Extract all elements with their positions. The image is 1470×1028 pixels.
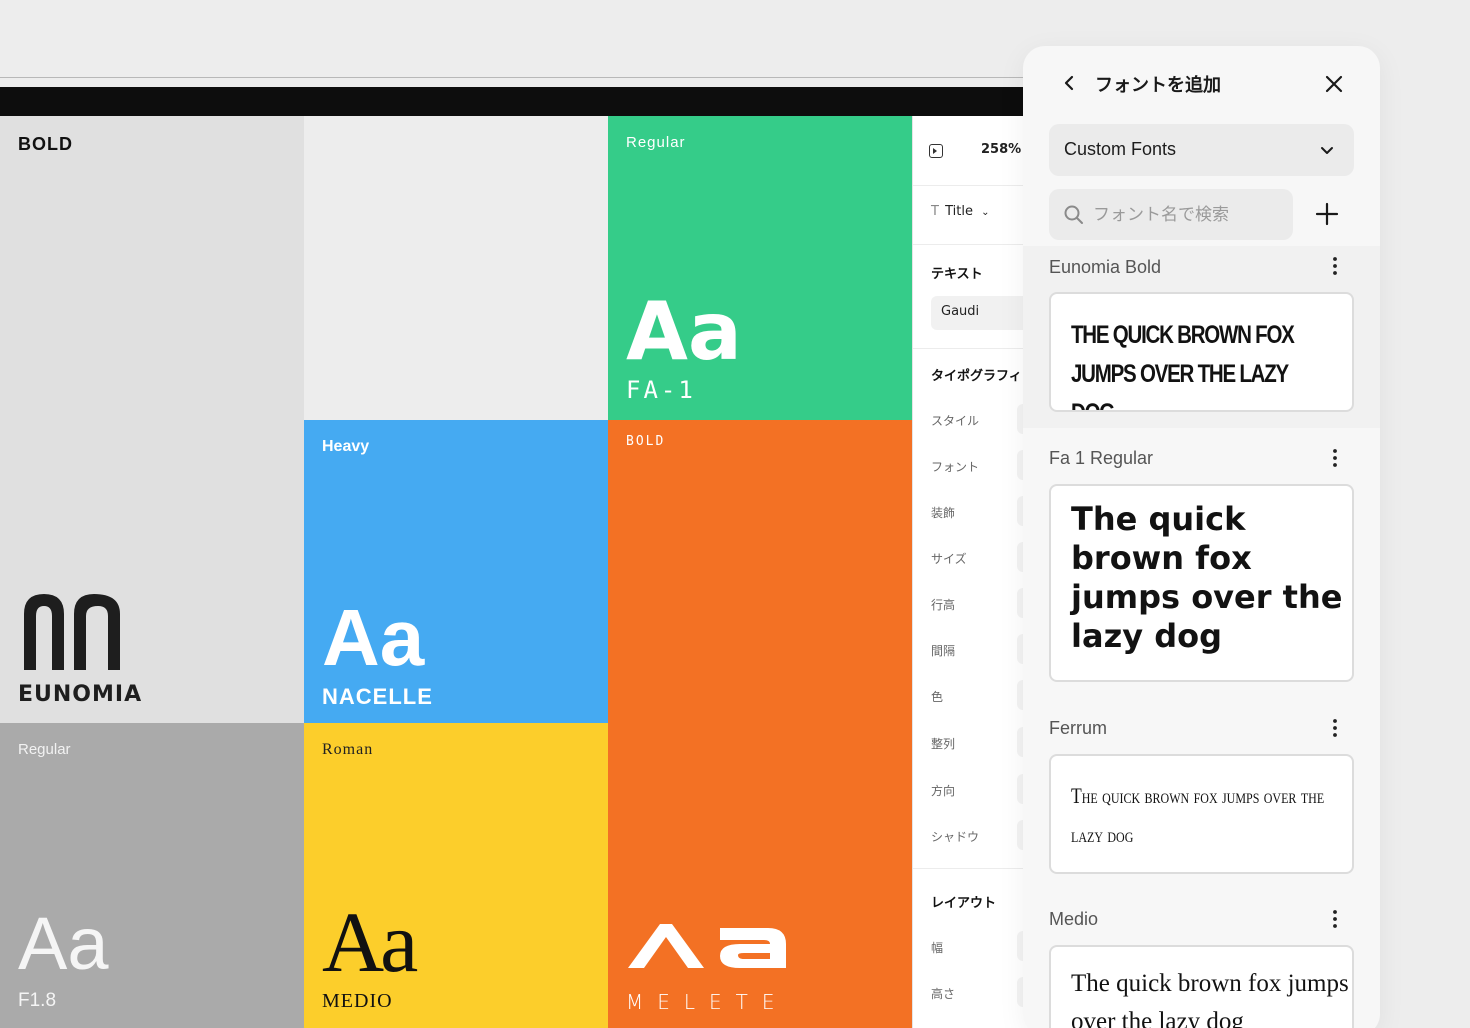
font-list-item[interactable]: Eunomia Bold THE QUICK BROWN FOX JUMPS O… [1023,246,1380,428]
chevron-left-icon[interactable] [1059,72,1081,94]
prop-label-width: 幅 [931,941,944,955]
font-preview-card[interactable]: The quick brown fox jumps over the lazy … [1049,754,1354,874]
text-style-value: Title [945,204,973,219]
tile-font-name: MELETE [626,990,789,1014]
panel-toggle-icon[interactable] [929,144,943,158]
tile-font-name: MEDIO [322,990,393,1012]
tile-style-label: BOLD [626,434,666,449]
font-list-item[interactable]: Fa 1 Regular The quick brown fox jumps o… [1023,438,1380,688]
divider [913,348,1030,349]
font-list-item[interactable]: Medio The quick brown fox jumps over the… [1023,899,1380,1028]
tile-font-name: EUNOMIA [18,682,143,707]
font-search-box [1049,189,1293,240]
tile-font-name: F1.8 [18,990,57,1011]
divider [913,868,1030,869]
melete-glyph-sample [628,924,786,968]
font-list-item[interactable]: Ferrum The quick brown fox jumps over th… [1023,708,1380,883]
tile-font-name: FA-1 [626,376,696,404]
font-tile-f18[interactable]: Regular Aa F1.8 [0,723,304,1028]
prop-label-size: サイズ [931,552,967,566]
tile-style-label: Regular [18,741,71,758]
close-icon[interactable] [1323,73,1345,95]
divider [913,244,1030,245]
font-preview-card[interactable]: THE QUICK BROWN FOX JUMPS OVER THE LAZY … [1049,292,1354,412]
more-vertical-icon[interactable] [1331,256,1339,276]
prop-label-shadow: シャドウ [931,830,980,844]
font-source-value: Custom Fonts [1064,139,1177,159]
section-title-text: テキスト [931,267,983,282]
font-item-name: Fa 1 Regular [1049,448,1154,468]
tile-font-name: NACELLE [322,684,433,709]
more-vertical-icon[interactable] [1331,909,1339,929]
add-font-icon[interactable] [1315,202,1339,226]
font-tile-melete[interactable]: BOLD MELETE [608,420,912,1028]
font-tile-eunomia[interactable]: BOLD EUNOMIA [0,116,304,723]
font-preview-card[interactable]: The quick brown fox jumps over the lazy … [1049,484,1354,682]
add-font-panel: フォントを追加 Custom Fonts Eunomia Bold THE QU… [1023,46,1380,1028]
font-preview-text: The quick brown fox jumps over the lazy … [1071,970,1349,1028]
font-tile-fa1[interactable]: Regular Aa FA-1 [608,116,912,420]
text-content-field[interactable]: Gaudi [931,296,1030,330]
prop-label-height: 高さ [931,987,956,1001]
font-preview-card[interactable]: The quick brown fox jumps over the lazy … [1049,945,1354,1028]
font-item-name: Ferrum [1049,718,1107,738]
font-preview-text: The quick brown fox jumps over the lazy … [1071,500,1343,655]
section-title-typography: タイポグラフィ [931,369,1022,384]
tile-style-label: Roman [322,741,374,758]
panel-header: フォントを追加 [1023,46,1380,122]
tile-sample-glyphs: Aa [626,285,742,378]
font-tile-medio[interactable]: Roman Aa MEDIO [304,723,608,1028]
font-source-dropdown[interactable]: Custom Fonts [1049,124,1354,176]
properties-panel: 258% ⌄ T Title ⌄ テキスト Gaudi タイポグラフィ スタイル… [912,116,1030,1028]
chevron-down-icon: ⌄ [981,207,990,218]
font-preview-text: The quick brown fox jumps over the lazy … [1071,783,1325,847]
more-vertical-icon[interactable] [1331,718,1339,738]
text-type-icon: T [931,204,939,219]
prop-label-direction: 方向 [931,784,956,798]
text-style-dropdown[interactable]: T Title ⌄ [931,204,990,219]
tile-style-label: Regular [626,134,686,151]
font-item-name: Eunomia Bold [1049,257,1162,277]
search-icon [1064,205,1083,224]
tile-style-label: BOLD [18,134,73,154]
eunomia-glyph-sample [24,594,120,670]
zoom-value: 258% [981,142,1022,157]
prop-label-decoration: 装飾 [931,506,956,520]
tile-style-label: Heavy [322,438,370,455]
prop-label-font: フォント [931,460,980,474]
section-title-layout: レイアウト [931,896,997,911]
frame-header-bar [0,87,1030,116]
chevron-down-icon [1321,147,1333,154]
font-item-name: Medio [1049,909,1099,929]
prop-label-line-height: 行高 [931,598,956,612]
canvas-top-rule [0,77,1030,78]
prop-label-style: スタイル [931,414,980,428]
more-vertical-icon[interactable] [1331,448,1339,468]
font-search-input[interactable] [1093,189,1289,240]
prop-label-color: 色 [931,690,944,704]
tile-sample-glyphs: Aa [322,593,425,682]
tile-sample-glyphs: Aa [322,894,418,990]
prop-label-align: 整列 [931,737,956,751]
properties-toolbar: 258% ⌄ [913,116,1030,186]
font-tile-nacelle[interactable]: Heavy Aa NACELLE [304,420,608,723]
prop-label-spacing: 間隔 [931,644,956,658]
panel-title: フォントを追加 [1095,75,1221,96]
tile-sample-glyphs: Aa [18,902,109,985]
font-preview-text: THE QUICK BROWN FOX JUMPS OVER THE LAZY … [1071,321,1295,410]
